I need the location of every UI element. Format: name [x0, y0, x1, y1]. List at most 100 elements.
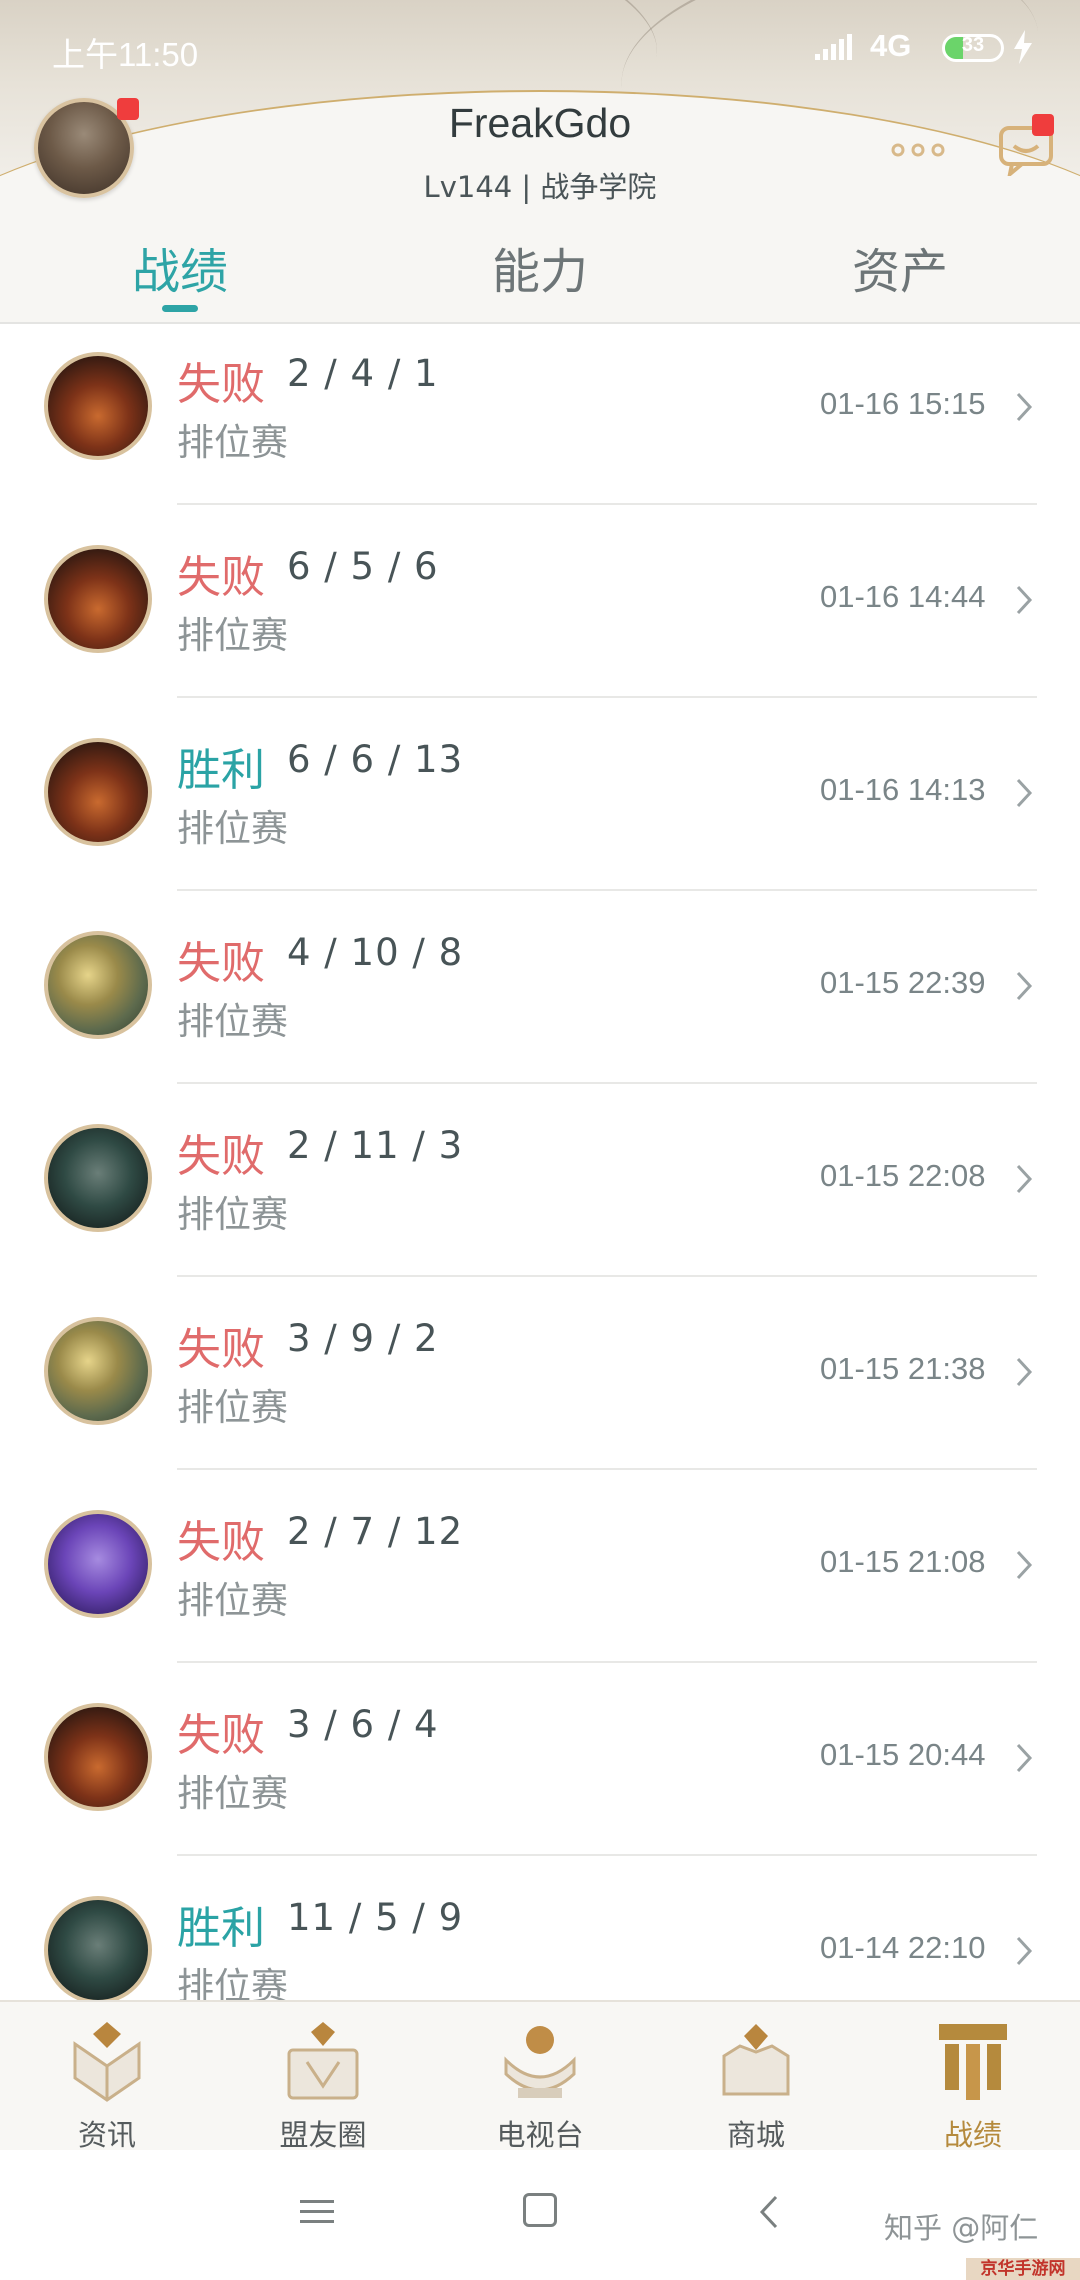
record-icon: [939, 2024, 1007, 2100]
match-row[interactable]: 失败 4 / 10 / 8 排位赛 01-15 22:39: [0, 903, 1080, 1096]
match-time: 01-15 20:44: [820, 1737, 986, 1772]
match-result: 失败: [177, 1517, 265, 1568]
back-icon[interactable]: [758, 2194, 780, 2230]
match-result: 失败: [177, 552, 265, 603]
nav-record[interactable]: 战绩: [893, 2012, 1053, 2152]
active-tab-indicator: [162, 305, 198, 312]
nav-friends-label: 盟友圈: [279, 2118, 367, 2152]
match-result: 胜利: [177, 745, 265, 796]
match-result: 失败: [177, 1131, 265, 1182]
match-mode: 排位赛: [177, 1000, 288, 1043]
chevron-right-icon: [1016, 1357, 1033, 1387]
battery-icon: 33: [942, 34, 1004, 62]
row-divider: [177, 1468, 1037, 1470]
chevron-right-icon: [1016, 1936, 1033, 1966]
chevron-right-icon: [1016, 971, 1033, 1001]
friends-icon: [287, 2022, 359, 2100]
match-mode: 排位赛: [177, 1193, 288, 1236]
home-icon[interactable]: [523, 2193, 557, 2227]
match-result: 失败: [177, 938, 265, 989]
shop-icon: [722, 2024, 790, 2096]
tab-ability[interactable]: 能力: [420, 232, 660, 302]
match-result: 失败: [177, 1710, 265, 1761]
more-icon[interactable]: [890, 140, 946, 160]
match-time: 01-16 14:13: [820, 772, 986, 807]
nav-tv-label: 电视台: [496, 2118, 584, 2152]
tab-assets[interactable]: 资产: [780, 232, 1020, 302]
news-icon: [73, 2022, 141, 2102]
system-navigation-bar: 知乎 @阿仁 京华手游网: [0, 2150, 1080, 2280]
status-time: 上午11:50: [52, 36, 199, 73]
champion-dark-knight-icon: [44, 1896, 152, 2000]
row-divider: [177, 889, 1037, 891]
match-time: 01-16 15:15: [820, 386, 986, 421]
match-kda: 2 / 11 / 3: [287, 1124, 464, 1167]
match-result: 胜利: [177, 1903, 265, 1954]
match-kda: 4 / 10 / 8: [287, 931, 464, 974]
match-kda: 6 / 5 / 6: [287, 545, 439, 588]
champion-dark-knight-icon: [44, 1124, 152, 1232]
match-row[interactable]: 胜利 11 / 5 / 9 排位赛 01-14 22:10: [0, 1868, 1080, 2000]
row-divider: [177, 1082, 1037, 1084]
champion-gauntlet-icon: [44, 1317, 152, 1425]
chevron-right-icon: [1016, 585, 1033, 615]
champion-warrior-icon: [44, 545, 152, 653]
match-time: 01-15 22:08: [820, 1158, 986, 1193]
menu-icon[interactable]: [300, 2198, 334, 2226]
profile-level: Lv144 | 战争学院: [423, 170, 657, 204]
champion-warrior-icon: [44, 352, 152, 460]
nav-friends[interactable]: 盟友圈: [243, 2012, 403, 2152]
champion-warrior-icon: [44, 738, 152, 846]
match-history-list: 失败 2 / 4 / 1 排位赛 01-16 15:15 失败 6 / 5 / …: [0, 324, 1080, 2000]
row-divider: [177, 1854, 1037, 1856]
match-kda: 2 / 4 / 1: [287, 352, 439, 395]
row-divider: [177, 696, 1037, 698]
champion-warrior-icon: [44, 1703, 152, 1811]
match-time: 01-15 21:08: [820, 1544, 986, 1579]
chat-notification-badge: [1032, 114, 1054, 136]
nav-tv[interactable]: 电视台: [460, 2012, 620, 2152]
nav-shop-label: 商城: [726, 2118, 785, 2152]
nav-news[interactable]: 资讯: [27, 2012, 187, 2152]
match-mode: 排位赛: [177, 1579, 288, 1622]
row-divider: [177, 1661, 1037, 1663]
nav-news-label: 资讯: [77, 2118, 136, 2152]
match-mode: 排位赛: [177, 1386, 288, 1429]
chevron-right-icon: [1016, 1743, 1033, 1773]
match-mode: 排位赛: [177, 1772, 288, 1815]
match-row[interactable]: 失败 3 / 9 / 2 排位赛 01-15 21:38: [0, 1289, 1080, 1482]
champion-purple-mage-icon: [44, 1510, 152, 1618]
status-bar: 上午11:50 4G 33: [0, 0, 1080, 96]
match-time: 01-15 21:38: [820, 1351, 986, 1386]
chevron-right-icon: [1016, 1550, 1033, 1580]
champion-gauntlet-icon: [44, 931, 152, 1039]
match-row[interactable]: 失败 6 / 5 / 6 排位赛 01-16 14:44: [0, 517, 1080, 710]
match-row[interactable]: 失败 2 / 11 / 3 排位赛 01-15 22:08: [0, 1096, 1080, 1289]
nav-shop[interactable]: 商城: [676, 2012, 836, 2152]
match-kda: 3 / 9 / 2: [287, 1317, 439, 1360]
chevron-right-icon: [1016, 778, 1033, 808]
bottom-tab-bar: 资讯 盟友圈 电视台 商城 战绩: [0, 2000, 1080, 2152]
match-row[interactable]: 失败 2 / 7 / 12 排位赛 01-15 21:08: [0, 1482, 1080, 1675]
row-divider: [177, 503, 1037, 505]
match-mode: 排位赛: [177, 614, 288, 657]
match-row[interactable]: 失败 3 / 6 / 4 排位赛 01-15 20:44: [0, 1675, 1080, 1868]
nav-record-label: 战绩: [943, 2118, 1002, 2152]
match-row[interactable]: 失败 2 / 4 / 1 排位赛 01-16 15:15: [0, 324, 1080, 517]
match-kda: 6 / 6 / 13: [287, 738, 464, 781]
tab-record[interactable]: 战绩: [60, 232, 300, 302]
site-watermark: 京华手游网: [966, 2258, 1080, 2280]
chevron-right-icon: [1016, 1164, 1033, 1194]
charging-icon: [1014, 30, 1032, 64]
match-kda: 3 / 6 / 4: [287, 1703, 439, 1746]
match-row[interactable]: 胜利 6 / 6 / 13 排位赛 01-16 14:13: [0, 710, 1080, 903]
match-mode: 排位赛: [177, 807, 288, 850]
match-time: 01-15 22:39: [820, 965, 986, 1000]
battery-level: 33: [961, 34, 985, 56]
match-result: 失败: [177, 359, 265, 410]
profile-tabs: 战绩 能力 资产: [0, 210, 1080, 324]
match-time: 01-16 14:44: [820, 579, 986, 614]
tv-icon: [504, 2026, 576, 2098]
network-type: 4G: [870, 28, 912, 63]
match-mode: 排位赛: [177, 1965, 288, 2000]
